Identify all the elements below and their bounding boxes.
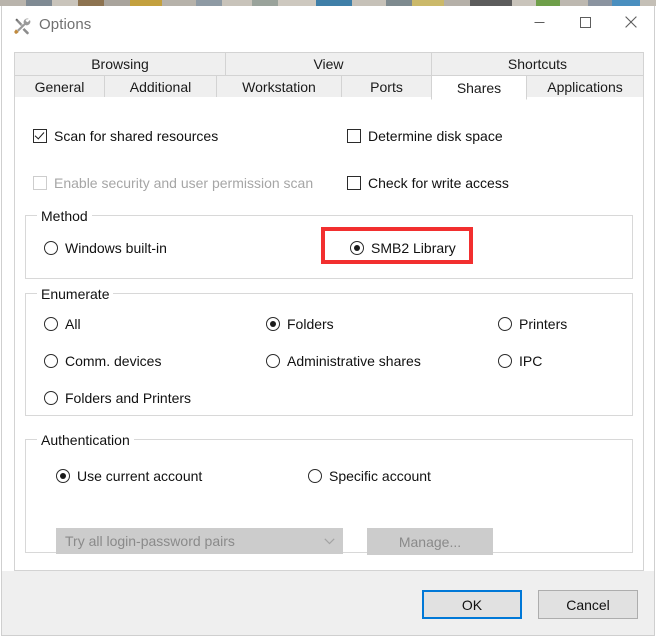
checkbox-label: Determine disk space (368, 128, 503, 144)
radio-ipc[interactable]: IPC (498, 353, 542, 369)
radio-label: Folders (287, 316, 334, 332)
manage-button: Manage... (367, 528, 493, 555)
radio-printers[interactable]: Printers (498, 316, 567, 332)
radio-circle (44, 317, 58, 331)
radio-circle (498, 354, 512, 368)
tab-shares[interactable]: Shares (431, 75, 527, 100)
radio-label: Specific account (329, 468, 431, 484)
radio-label: Use current account (77, 468, 203, 484)
checkbox-label: Enable security and user permission scan (54, 175, 314, 191)
window-title: Options (39, 16, 92, 33)
radio-circle (44, 391, 58, 405)
tab-label: Shortcuts (507, 56, 568, 72)
tab-label: Additional (129, 79, 192, 95)
options-dialog-window: Options Browsing View Shortcuts General … (1, 6, 655, 636)
credentials-select: Try all login-password pairs (56, 528, 343, 554)
checkbox-box (347, 176, 361, 190)
checkbox-label: Check for write access (368, 175, 509, 191)
method-group: Method Windows built-in SMB2 Library (25, 208, 633, 279)
dialog-footer: OK Cancel (2, 571, 654, 635)
checkbox-enable-security-and-user-permission-scan: Enable security and user permission scan (33, 175, 313, 191)
tab-ports[interactable]: Ports (341, 75, 432, 99)
enumerate-group-title: Enumerate (37, 286, 114, 302)
tab-label: Ports (370, 79, 403, 95)
authentication-group: Authentication Use current account Speci… (25, 432, 633, 555)
radio-label: All (65, 316, 81, 332)
tab-label: Browsing (91, 56, 149, 72)
radio-smb2-library[interactable]: SMB2 Library (350, 240, 456, 256)
checkbox-determine-disk-space[interactable]: Determine disk space (347, 128, 503, 144)
minimize-icon[interactable] (516, 6, 562, 38)
radio-folders[interactable]: Folders (266, 316, 334, 332)
credentials-select-value: Try all login-password pairs (65, 533, 235, 549)
manage-button-label: Manage... (398, 533, 462, 550)
radio-label: Printers (519, 316, 568, 332)
radio-circle (56, 469, 70, 483)
checkbox-label: Scan for shared resources (54, 128, 219, 144)
radio-administrative-shares[interactable]: Administrative shares (266, 353, 421, 369)
close-icon[interactable] (608, 6, 654, 38)
radio-label: Comm. devices (65, 353, 162, 369)
enumerate-group: Enumerate All Folders Printers Comm. dev… (25, 286, 633, 416)
radio-label: SMB2 Library (371, 240, 456, 256)
tab-general[interactable]: General (14, 75, 105, 99)
radio-circle (266, 317, 280, 331)
tab-shortcuts[interactable]: Shortcuts (431, 52, 644, 76)
tab-label: Applications (547, 79, 623, 95)
title-bar: Options (2, 6, 654, 46)
tab-view[interactable]: View (225, 52, 432, 76)
tab-label: Shares (456, 79, 502, 96)
radio-circle (44, 241, 58, 255)
radio-circle (350, 241, 364, 255)
checkbox-scan-for-shared-resources[interactable]: Scan for shared resources (33, 128, 218, 144)
radio-label: Folders and Printers (65, 390, 192, 406)
tab-label: General (34, 79, 85, 95)
radio-circle (44, 354, 58, 368)
radio-comm-devices[interactable]: Comm. devices (44, 353, 161, 369)
radio-folders-and-printers[interactable]: Folders and Printers (44, 390, 191, 406)
radio-circle (266, 354, 280, 368)
tab-browsing[interactable]: Browsing (14, 52, 226, 76)
chevron-down-icon (316, 537, 342, 545)
maximize-icon[interactable] (562, 6, 608, 38)
radio-circle (498, 317, 512, 331)
radio-label: Administrative shares (287, 353, 421, 369)
checkbox-check-for-write-access[interactable]: Check for write access (347, 175, 509, 191)
cancel-button-label: Cancel (566, 596, 610, 613)
tab-label: Workstation (242, 79, 316, 95)
radio-circle (308, 469, 322, 483)
checkbox-box (347, 129, 361, 143)
tab-strip: Browsing View Shortcuts General Addition… (14, 52, 644, 100)
tab-workstation[interactable]: Workstation (216, 75, 342, 99)
cancel-button[interactable]: Cancel (538, 590, 638, 619)
tab-applications[interactable]: Applications (526, 75, 644, 99)
checkbox-box (33, 176, 47, 190)
tab-label: View (313, 56, 344, 72)
method-group-title: Method (37, 208, 92, 224)
checkbox-box (33, 129, 47, 143)
authentication-group-title: Authentication (37, 432, 134, 448)
tools-icon (13, 17, 31, 35)
radio-windows-built-in[interactable]: Windows built-in (44, 240, 167, 256)
ok-button-label: OK (461, 596, 483, 613)
radio-use-current-account[interactable]: Use current account (56, 468, 202, 484)
shares-tab-panel: Scan for shared resources Determine disk… (14, 97, 644, 571)
radio-specific-account[interactable]: Specific account (308, 468, 431, 484)
radio-label: Windows built-in (65, 240, 167, 256)
radio-label: IPC (519, 353, 543, 369)
ok-button[interactable]: OK (422, 590, 522, 619)
radio-all[interactable]: All (44, 316, 81, 332)
tab-additional[interactable]: Additional (104, 75, 217, 99)
